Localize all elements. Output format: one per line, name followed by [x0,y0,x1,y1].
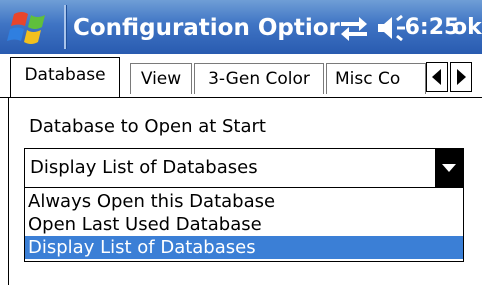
chevron-down-icon [442,164,456,172]
title-bar: Configuration Optior 6:25 ok [0,0,482,54]
combobox-value: Display List of Databases [30,157,258,178]
tab-view[interactable]: View [130,63,192,94]
tab-scroll-right-button[interactable] [450,62,472,92]
tab-divider [0,97,482,98]
database-open-combobox[interactable]: Display List of Databases [24,148,464,188]
tab-strip: Database View 3-Gen Color Misc Co [8,57,482,97]
tab-database[interactable]: Database [10,57,120,97]
window-title: Configuration Optior [73,15,340,41]
database-options-list: Always Open this Database Open Last Used… [24,188,464,262]
tab-scroll-left-button[interactable] [426,62,448,92]
list-item-always-open[interactable]: Always Open this Database [25,190,463,213]
tab-page-border [8,97,9,285]
arrow-left-icon [432,69,441,85]
dropdown-button[interactable] [435,149,463,187]
windows-start-icon[interactable] [4,6,58,50]
list-item-open-last-used[interactable]: Open Last Used Database [25,213,463,236]
arrow-right-icon [457,69,466,85]
list-item-display-list[interactable]: Display List of Databases [25,236,463,259]
database-to-open-label: Database to Open at Start [29,116,266,137]
connectivity-icon[interactable] [337,12,371,42]
title-separator [64,5,67,49]
tab-misc[interactable]: Misc Co [326,63,426,94]
ok-button[interactable]: ok [452,12,482,44]
tab-3-gen-color[interactable]: 3-Gen Color [194,63,324,94]
